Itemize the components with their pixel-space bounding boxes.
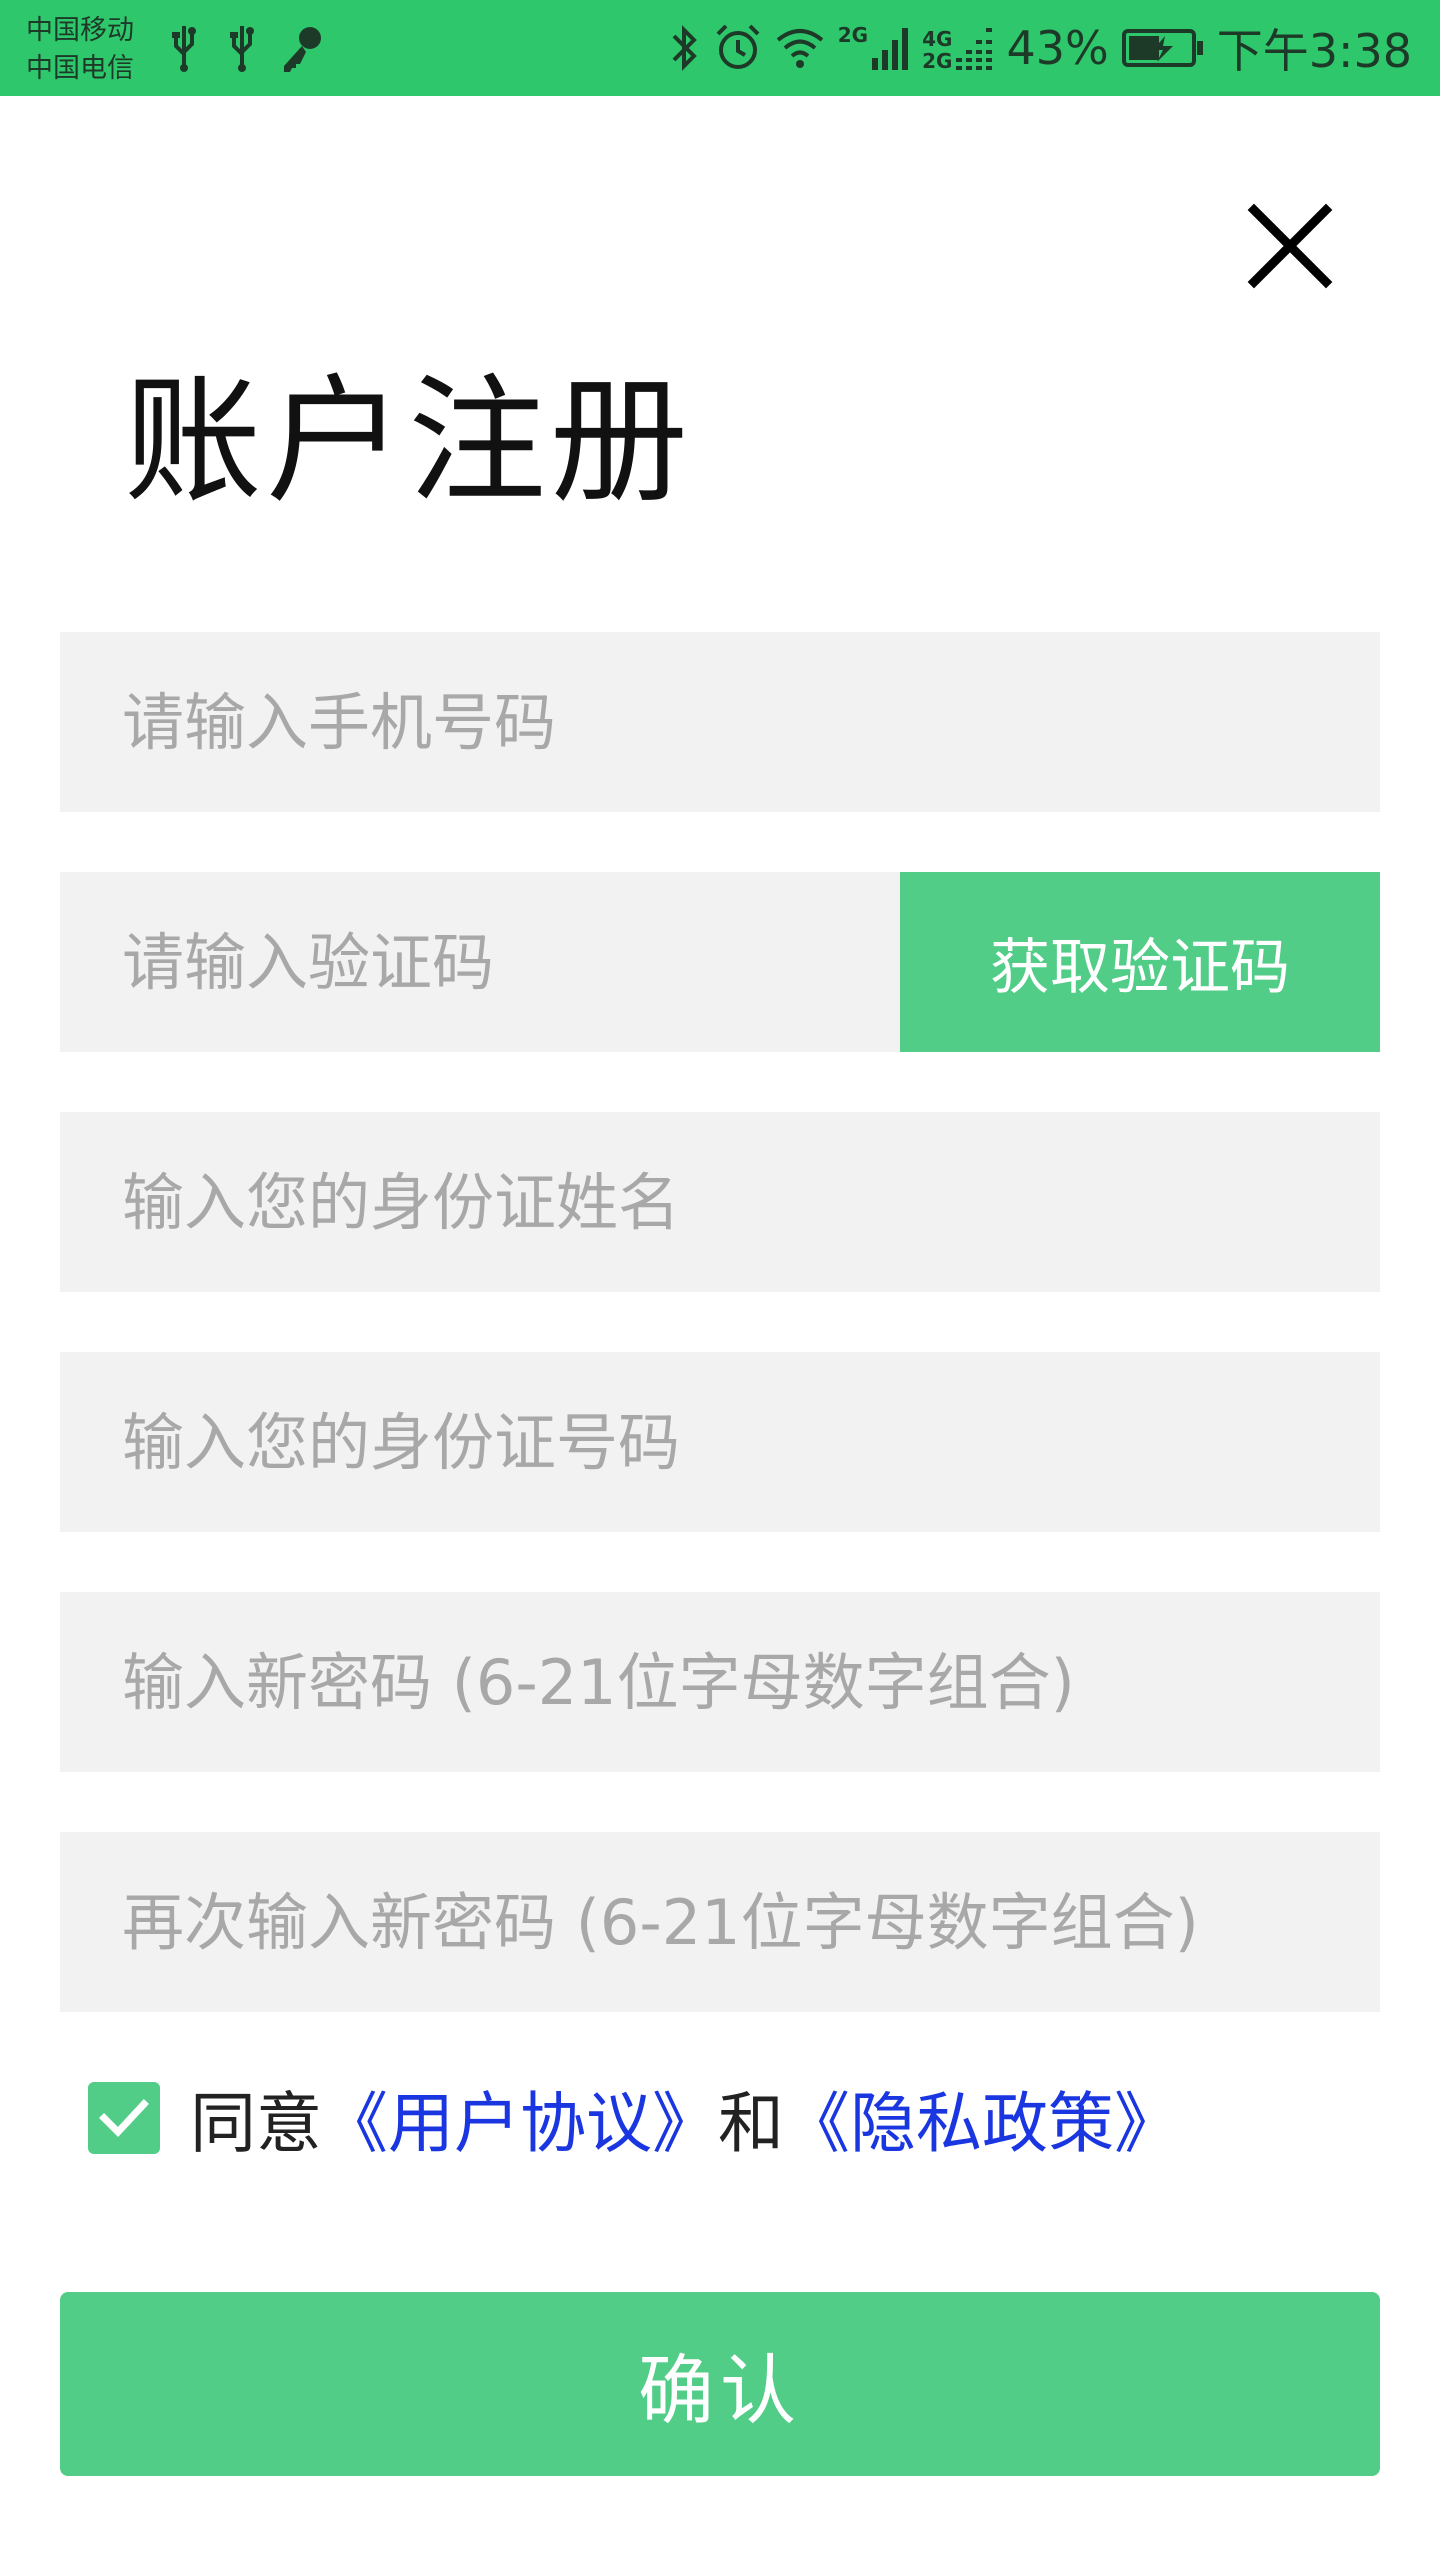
agreement-row: 同意 《用户协议》 和 《隐私政策》 xyxy=(88,2078,1180,2162)
phone-input[interactable] xyxy=(60,632,1380,812)
close-icon xyxy=(1247,203,1333,289)
status-bar: 中国移动 中国电信 2G 4G 2G 43% 下午3:38 xyxy=(0,0,1440,96)
battery-percent: 43% xyxy=(1006,21,1109,75)
id-number-field xyxy=(60,1352,1380,1532)
name-field xyxy=(60,1112,1380,1292)
code-field xyxy=(60,872,900,1052)
register-page: 中国移动 中国电信 2G 4G 2G 43% 下午3:38 账户注册 请输入手机… xyxy=(0,0,1440,2560)
signal-labels: 4G 2G xyxy=(922,28,952,72)
usb-icon xyxy=(230,26,254,72)
signal-icon xyxy=(872,28,909,70)
agreement-checkbox[interactable] xyxy=(88,2082,160,2154)
confirm-button[interactable]: 确认 xyxy=(60,2292,1380,2476)
carrier-1: 中国移动 xyxy=(26,15,134,46)
password-confirm-input[interactable] xyxy=(60,1832,1380,2012)
signal-label: 2G xyxy=(922,49,953,73)
clock: 下午3:38 xyxy=(1216,24,1412,78)
carrier-names: 中国移动 中国电信 xyxy=(26,12,134,88)
verification-code-input[interactable] xyxy=(60,872,900,1052)
battery-charging-icon xyxy=(1121,29,1203,67)
privacy-policy-link[interactable]: 《隐私政策》 xyxy=(784,2070,1180,2166)
signal-group-1: 2G xyxy=(838,24,910,72)
password-field xyxy=(60,1592,1380,1772)
user-agreement-link[interactable]: 《用户协议》 xyxy=(322,2070,718,2166)
page-title: 账户注册 xyxy=(124,361,693,522)
bluetooth-icon xyxy=(672,25,697,71)
signal-label: 2G xyxy=(837,23,869,47)
close-button[interactable] xyxy=(1244,200,1336,292)
carrier-2: 中国电信 xyxy=(26,53,134,84)
id-name-input[interactable] xyxy=(60,1112,1380,1292)
get-code-button[interactable]: 获取验证码 xyxy=(900,872,1380,1052)
checkmark-icon xyxy=(99,2099,149,2138)
agreement-prefix: 同意 xyxy=(190,2085,322,2162)
signal-icon xyxy=(956,28,993,70)
wifi-icon xyxy=(776,29,824,68)
usb-icon xyxy=(172,26,196,72)
agreement-conjunction: 和 xyxy=(718,2085,784,2162)
phone-field xyxy=(60,632,1380,812)
key-icon xyxy=(284,27,321,72)
password-confirm-field xyxy=(60,1832,1380,2012)
status-right: 2G 4G 2G 43% 下午3:38 xyxy=(668,16,1412,80)
signal-label: 4G xyxy=(922,27,953,51)
alarm-icon xyxy=(716,24,760,69)
signal-group-2: 4G 2G xyxy=(922,24,994,72)
id-number-input[interactable] xyxy=(60,1352,1380,1532)
password-input[interactable] xyxy=(60,1592,1380,1772)
